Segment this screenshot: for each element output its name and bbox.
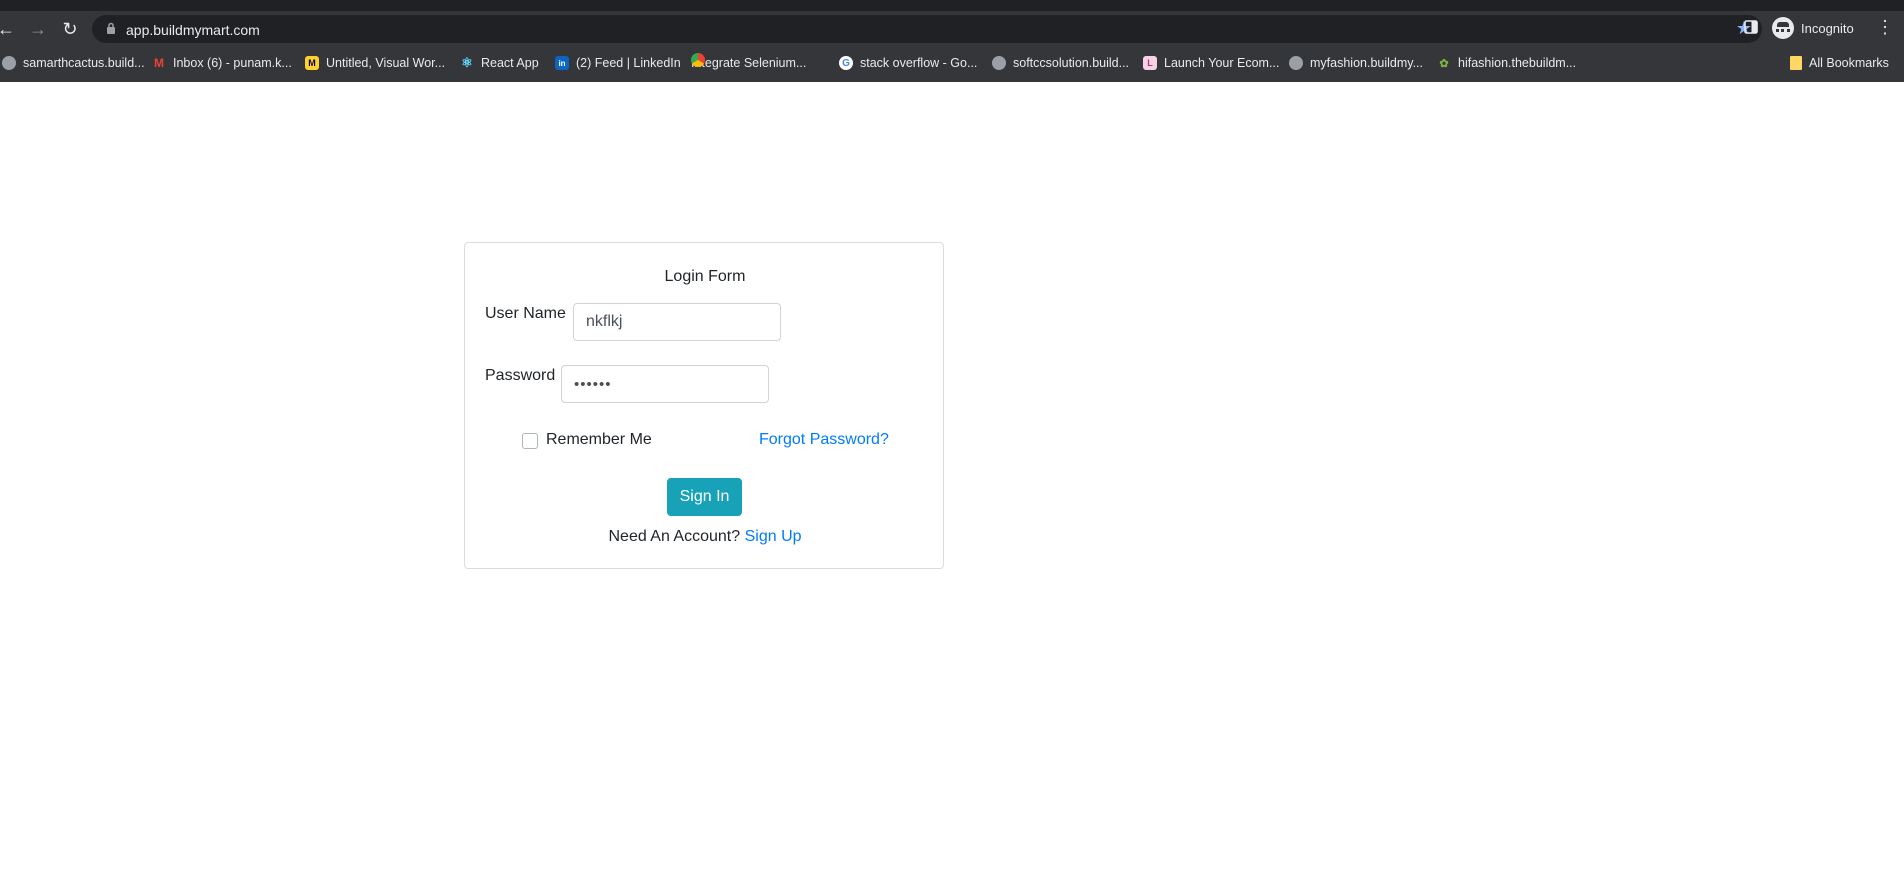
password-input[interactable]: [561, 365, 769, 403]
incognito-indicator[interactable]: Incognito: [1772, 17, 1854, 39]
all-bookmarks[interactable]: All Bookmarks: [1790, 53, 1889, 73]
bookmark-label: (2) Feed | LinkedIn: [576, 56, 681, 70]
chrome-icon: [691, 53, 705, 67]
sign-up-link[interactable]: Sign Up: [745, 528, 802, 545]
bookmarks-bar: samarthcactus.build... M Inbox (6) - pun…: [0, 49, 1904, 77]
bookmark-item[interactable]: M Inbox (6) - punam.k...: [152, 53, 292, 73]
bookmark-item[interactable]: in (2) Feed | LinkedIn: [555, 53, 681, 73]
password-label: Password: [485, 367, 556, 384]
bookmark-item[interactable]: myfashion.buildmy...: [1289, 53, 1423, 73]
gmail-icon: M: [154, 56, 164, 70]
globe-icon: [2, 56, 16, 70]
bookmark-label: Launch Your Ecom...: [1164, 56, 1280, 70]
all-bookmarks-label: All Bookmarks: [1809, 56, 1889, 70]
google-icon: G: [839, 56, 853, 70]
need-account-row: Need An Account? Sign Up: [465, 528, 945, 546]
bookmark-label: samarthcactus.build...: [23, 56, 145, 70]
bookmark-item[interactable]: ✿ hifashion.thebuildm...: [1437, 53, 1576, 73]
side-panel-icon[interactable]: [1744, 20, 1758, 34]
bookmark-label: hifashion.thebuildm...: [1458, 56, 1577, 70]
incognito-icon: [1772, 17, 1794, 39]
login-form-title: Login Form: [664, 268, 746, 285]
bookmark-item[interactable]: Integrate Selenium...: [691, 53, 806, 73]
globe-icon: [992, 56, 1006, 70]
bookmark-label: softccsolution.build...: [1013, 56, 1130, 70]
more-menu-icon[interactable]: ⋮: [1876, 16, 1894, 38]
launch-icon: L: [1143, 56, 1157, 70]
forgot-password-link[interactable]: Forgot Password?: [759, 431, 889, 449]
login-card: Login Form User Name Password Remember M…: [464, 242, 944, 569]
bookmark-label: Untitled, Visual Wor...: [326, 56, 446, 70]
browser-chrome: ← → ↻ app.buildmymart.com ★ Incognito ⋮ …: [0, 0, 1904, 82]
address-bar[interactable]: app.buildmymart.com ★: [92, 15, 1762, 43]
bookmark-label: stack overflow - Go...: [860, 56, 978, 70]
bookmark-item[interactable]: softccsolution.build...: [992, 53, 1129, 73]
tab-strip: [0, 0, 1904, 11]
sign-in-button[interactable]: Sign In: [667, 478, 742, 516]
bookmark-item[interactable]: G stack overflow - Go...: [839, 53, 977, 73]
bookmark-label: React App: [481, 56, 539, 70]
username-input[interactable]: [573, 303, 781, 341]
forward-arrow-icon[interactable]: →: [28, 19, 48, 39]
miro-icon: M: [305, 56, 319, 70]
bookmark-item[interactable]: samarthcactus.build...: [2, 53, 145, 73]
react-icon: ⚛: [461, 55, 473, 70]
bookmark-label: Integrate Selenium...: [691, 56, 807, 70]
leaf-icon: ✿: [1439, 57, 1449, 70]
bookmark-item[interactable]: L Launch Your Ecom...: [1143, 53, 1279, 73]
lock-icon: [107, 22, 115, 34]
remember-me-label[interactable]: Remember Me: [546, 431, 652, 449]
back-arrow-icon[interactable]: ←: [0, 19, 16, 39]
username-label: User Name: [485, 305, 566, 322]
incognito-label: Incognito: [1801, 20, 1854, 36]
linkedin-icon: in: [555, 56, 569, 70]
address-bar-url[interactable]: app.buildmymart.com: [126, 22, 260, 38]
browser-toolbar: ← → ↻ app.buildmymart.com ★ Incognito ⋮: [0, 11, 1904, 45]
reload-icon[interactable]: ↻: [60, 19, 80, 39]
bookmark-label: myfashion.buildmy...: [1310, 56, 1424, 70]
need-account-text: Need An Account?: [608, 528, 741, 545]
globe-icon: [1289, 56, 1303, 70]
remember-me-checkbox[interactable]: [522, 433, 538, 449]
bookmark-label: Inbox (6) - punam.k...: [173, 56, 292, 70]
bookmark-item[interactable]: ⚛ React App: [460, 53, 539, 73]
folder-icon: [1790, 56, 1802, 70]
bookmark-item[interactable]: M Untitled, Visual Wor...: [305, 53, 445, 73]
